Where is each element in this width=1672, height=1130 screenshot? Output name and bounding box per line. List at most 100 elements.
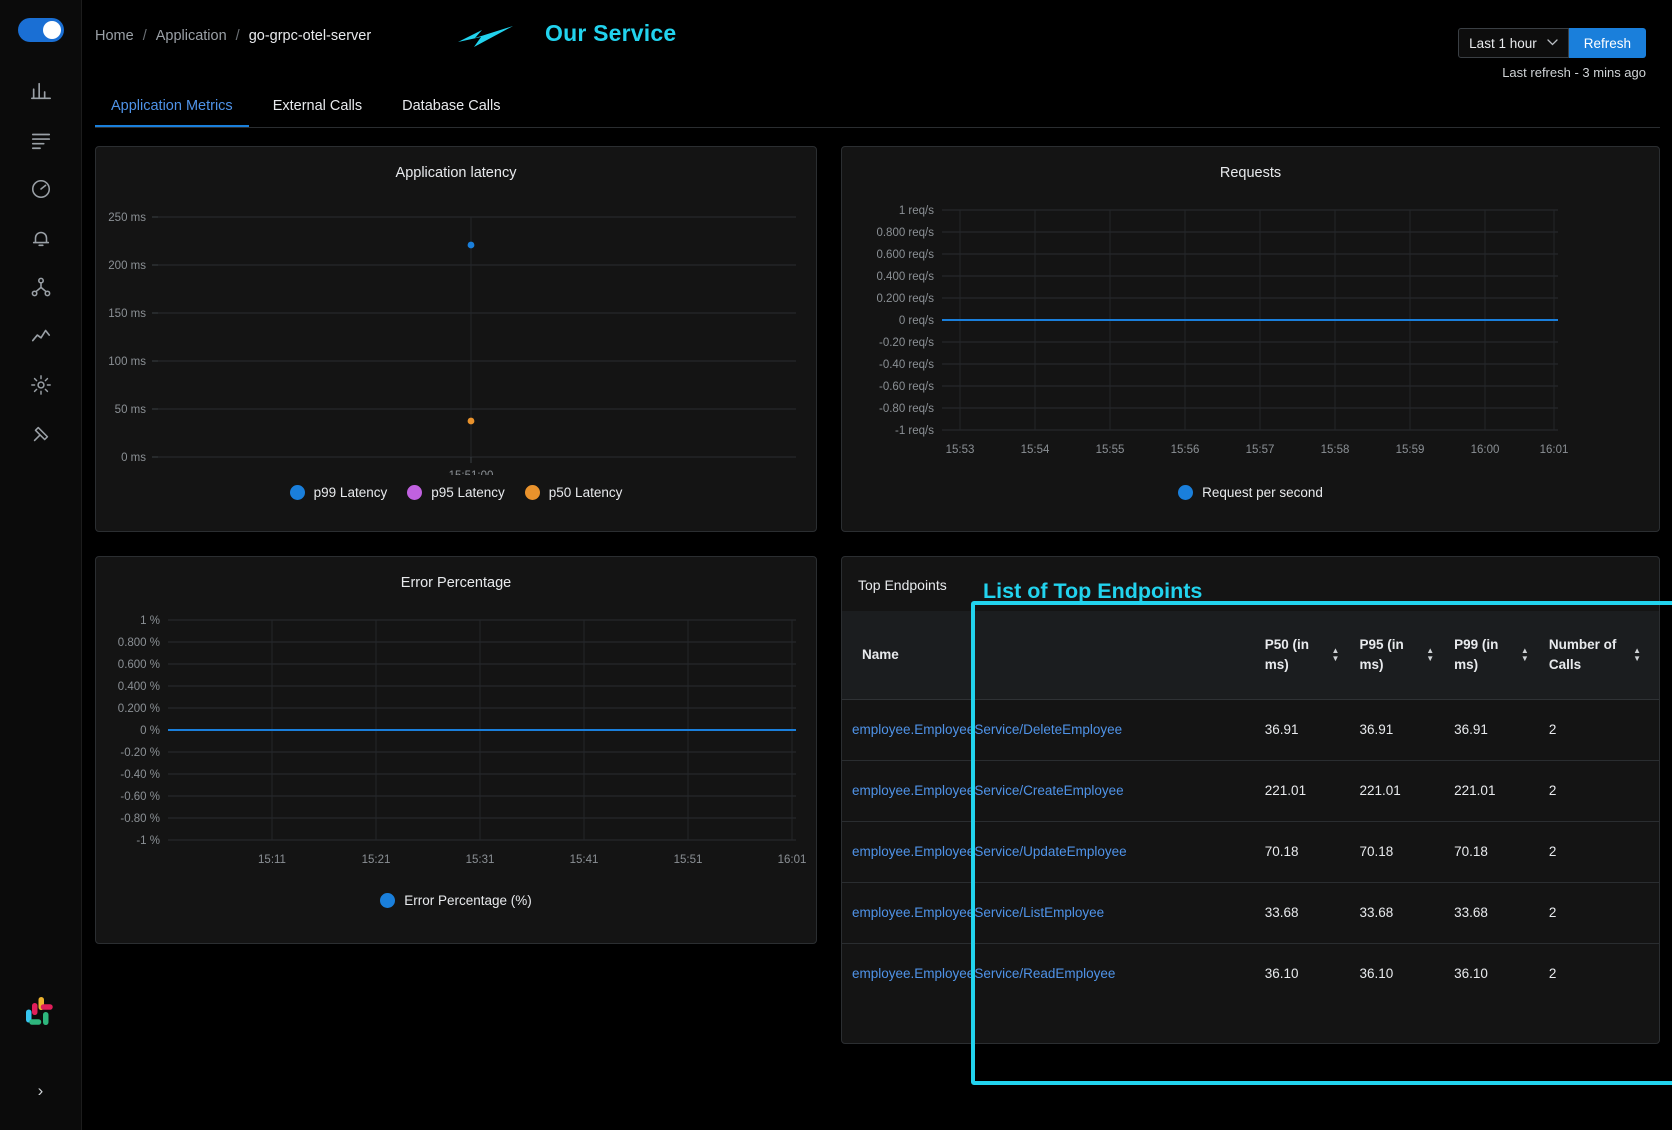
cell-calls: 2 — [1538, 760, 1659, 822]
y-tick-n080reqs: -0.80 req/s — [879, 403, 934, 415]
annotation-list-of-top-endpoints: List of Top Endpoints — [983, 579, 1203, 603]
breadcrumb-application[interactable]: Application — [156, 28, 227, 44]
legend-application-latency: p99 Latency p95 Latency p50 Latency — [96, 479, 816, 518]
time-controls: Last 1 hour Refresh Last refresh - 3 min… — [1458, 28, 1646, 80]
legend-item-request-per-second[interactable]: Request per second — [1178, 485, 1323, 500]
sidebar-item-services[interactable] — [19, 166, 63, 212]
x-tick-1511: 15:11 — [258, 854, 286, 866]
tab-bar: Application Metrics External Calls Datab… — [82, 76, 1672, 127]
y-tick-50ms: 50 ms — [115, 404, 147, 416]
panel-error-percentage: Error Percentage 1 % 0.800 % 0.600 % 0.4… — [95, 556, 817, 944]
column-header-name-label: Name — [862, 646, 899, 662]
theme-toggle[interactable] — [17, 18, 64, 42]
table-row[interactable]: employee.EmployeeService/ReadEmployee 36… — [842, 943, 1659, 1004]
time-range-value: Last 1 hour — [1469, 35, 1537, 51]
y-tick-150ms: 150 ms — [108, 308, 146, 320]
tab-database-calls[interactable]: Database Calls — [386, 90, 516, 127]
chart-error-percentage[interactable]: 1 % 0.800 % 0.600 % 0.400 % 0.200 % 0 % … — [96, 595, 816, 885]
breadcrumb-home[interactable]: Home — [95, 28, 134, 44]
column-header-p50[interactable]: P50 (in ms) ▲ ▼ — [1254, 611, 1350, 700]
legend-item-p99-latency[interactable]: p99 Latency — [289, 485, 388, 500]
y-tick-n020reqs: -0.20 req/s — [879, 337, 934, 349]
panel-title-requests: Requests — [1219, 165, 1282, 181]
top-bar: Home / Application / go-grpc-otel-server… — [82, 0, 1672, 80]
x-tick-1558: 15:58 — [1321, 444, 1350, 456]
last-refresh-status: Last refresh - 3 mins ago — [1502, 65, 1646, 80]
column-header-p95[interactable]: P95 (in ms) ▲ ▼ — [1349, 611, 1445, 700]
y-tick-n1pct: -1 % — [136, 835, 160, 847]
sidebar-item-settings[interactable] — [19, 362, 63, 408]
gear-icon — [30, 374, 52, 396]
cell-p50: 33.68 — [1254, 882, 1350, 944]
legend-item-p50-latency[interactable]: p50 Latency — [524, 485, 622, 500]
tab-external-calls[interactable]: External Calls — [257, 90, 378, 127]
endpoint-link[interactable]: employee.EmployeeService/ReadEmployee — [852, 966, 1115, 981]
sidebar-item-alerts[interactable] — [19, 215, 63, 261]
sidebar-item-traces[interactable] — [19, 264, 63, 310]
chart-requests[interactable]: 1 req/s 0.800 req/s 0.600 req/s 0.400 re… — [842, 185, 1659, 475]
cell-p99: 221.01 — [1444, 760, 1539, 822]
legend-label-p99: p99 Latency — [313, 485, 388, 500]
y-tick-0400pct: 0.400 % — [118, 681, 160, 693]
refresh-button[interactable]: Refresh — [1568, 28, 1646, 58]
y-tick-n1reqs: -1 req/s — [895, 425, 934, 437]
panel-grid: Application latency 250 ms 200 ms 150 ms… — [82, 128, 1672, 1044]
y-tick-0400reqs: 0.400 req/s — [876, 271, 934, 283]
panel-title-error-percentage: Error Percentage — [400, 575, 512, 591]
annotation-arrow-icon — [455, 22, 515, 56]
datapoint-p50[interactable] — [467, 417, 475, 425]
sidebar-item-metrics[interactable] — [19, 313, 63, 359]
cell-p50: 221.01 — [1254, 760, 1350, 822]
x-tick-1601b: 16:01 — [778, 854, 807, 866]
sidebar-item-logs[interactable] — [19, 117, 63, 163]
chart-application-latency[interactable]: 250 ms 200 ms 150 ms 100 ms 50 ms 0 ms 1… — [96, 185, 816, 475]
endpoint-link[interactable]: employee.EmployeeService/ListEmployee — [852, 905, 1104, 920]
x-tick-1521: 15:21 — [362, 854, 391, 866]
y-tick-250ms: 250 ms — [108, 212, 146, 224]
y-tick-0200pct: 0.200 % — [118, 703, 160, 715]
column-header-p99[interactable]: P99 (in ms) ▲ ▼ — [1444, 611, 1539, 700]
sidebar-expand-button[interactable]: › — [24, 1074, 58, 1108]
column-header-p99-label: P99 (in ms) — [1454, 637, 1499, 672]
sort-icon-p95[interactable]: ▲ ▼ — [1426, 646, 1434, 662]
table-row[interactable]: employee.EmployeeService/DeleteEmployee … — [842, 699, 1659, 761]
slack-logo-icon[interactable] — [21, 992, 61, 1032]
cell-calls: 2 — [1538, 699, 1659, 761]
y-tick-0800pct: 0.800 % — [118, 637, 160, 649]
cell-calls: 2 — [1538, 821, 1659, 883]
column-header-p95-label: P95 (in ms) — [1359, 637, 1404, 672]
endpoint-link[interactable]: employee.EmployeeService/DeleteEmployee — [852, 722, 1122, 737]
x-tick-1531: 15:31 — [466, 854, 495, 866]
tab-application-metrics[interactable]: Application Metrics — [95, 90, 249, 127]
sidebar-item-exceptions[interactable] — [19, 411, 63, 457]
cell-p50: 36.10 — [1264, 966, 1299, 982]
time-range-select[interactable]: Last 1 hour — [1458, 28, 1569, 58]
endpoint-link[interactable]: employee.EmployeeService/UpdateEmployee — [852, 844, 1127, 859]
y-tick-0ms: 0 ms — [121, 452, 146, 464]
sort-icon-p99[interactable]: ▲ ▼ — [1521, 646, 1529, 662]
cell-p95: 33.68 — [1349, 882, 1445, 944]
x-tick-1601: 16:01 — [1540, 444, 1569, 456]
sort-icon-p50[interactable]: ▲ ▼ — [1332, 646, 1340, 662]
table-row[interactable]: employee.EmployeeService/CreateEmployee … — [842, 760, 1659, 822]
endpoint-link[interactable]: employee.EmployeeService/CreateEmployee — [852, 783, 1124, 798]
chevron-down-icon — [1547, 38, 1558, 49]
column-header-name[interactable]: Name — [842, 611, 1255, 700]
sort-icon-calls[interactable]: ▲ ▼ — [1633, 646, 1641, 662]
legend-item-p95-latency[interactable]: p95 Latency — [407, 485, 505, 500]
top-endpoints-table: Name P50 (in ms) ▲ ▼ P95 (in ms) ▲ ▼ P99… — [842, 611, 1659, 1004]
alerts-icon — [30, 227, 52, 249]
sidebar-item-dashboard[interactable] — [19, 68, 63, 114]
column-header-calls-label: Number of Calls — [1548, 637, 1617, 672]
table-row[interactable]: employee.EmployeeService/UpdateEmployee … — [842, 821, 1659, 883]
column-header-calls[interactable]: Number of Calls ▲ ▼ — [1538, 611, 1659, 700]
panel-application-latency: Application latency 250 ms 200 ms 150 ms… — [95, 146, 817, 532]
legend-requests: Request per second — [842, 479, 1659, 518]
y-tick-0200reqs: 0.200 req/s — [876, 293, 934, 305]
table-row[interactable]: employee.EmployeeService/ListEmployee 33… — [842, 882, 1659, 944]
legend-label-rps: Request per second — [1202, 485, 1323, 500]
breadcrumb: Home / Application / go-grpc-otel-server — [95, 28, 371, 44]
datapoint-p99[interactable] — [467, 241, 475, 249]
y-tick-n060reqs: -0.60 req/s — [879, 381, 934, 393]
legend-item-error-percentage[interactable]: Error Percentage (%) — [380, 893, 532, 908]
